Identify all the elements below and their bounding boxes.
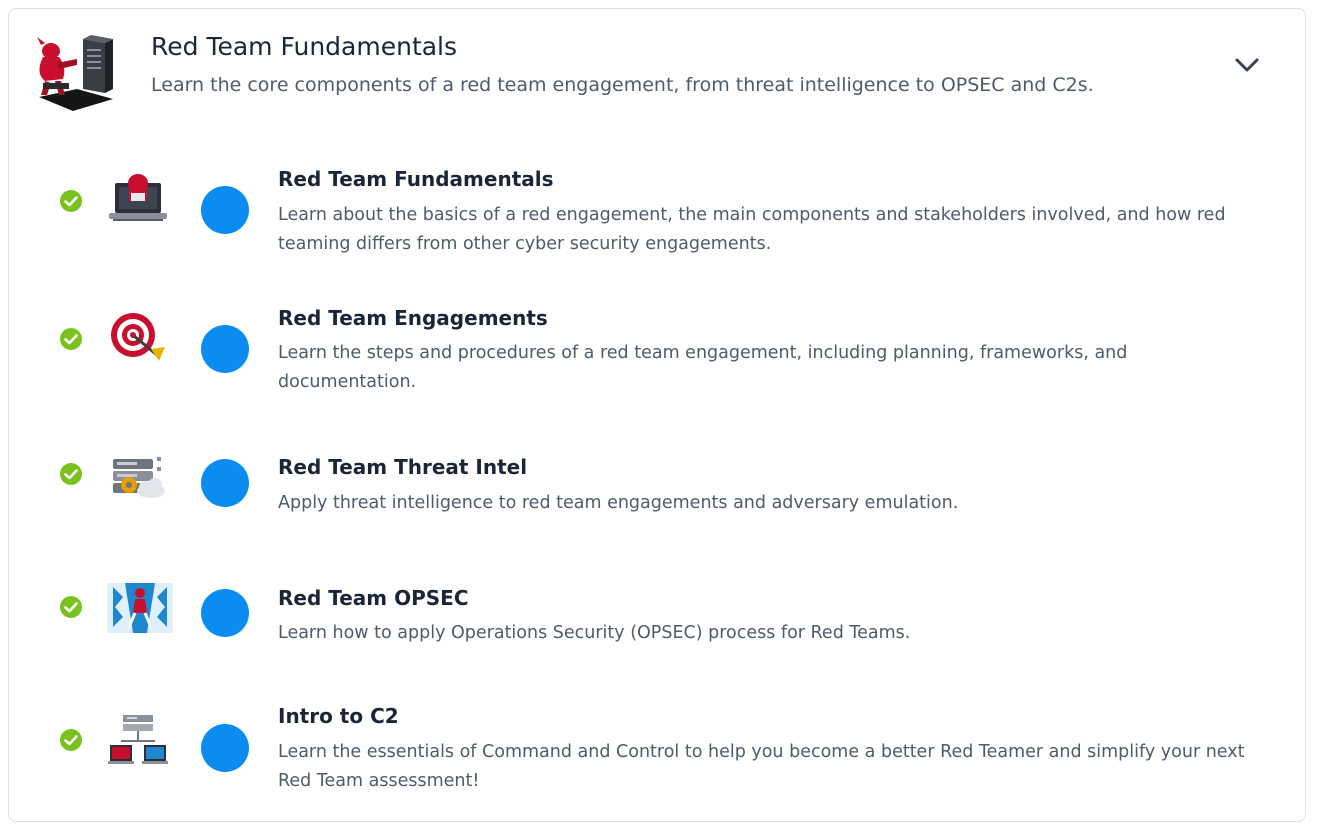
room-item[interactable]: Red Team Threat Intel Apply threat intel… xyxy=(9,439,1299,529)
room-title: Intro to C2 xyxy=(278,704,399,728)
room-title: Red Team Fundamentals xyxy=(278,167,554,191)
path-title: Red Team Fundamentals xyxy=(151,32,458,61)
room-description: Learn the steps and procedures of a red … xyxy=(278,343,1128,392)
completed-check-icon xyxy=(59,595,83,619)
room-description: Apply threat intelligence to red team en… xyxy=(278,493,959,513)
room-title: Red Team OPSEC xyxy=(278,586,469,610)
path-description: Learn the core components of a red team … xyxy=(151,74,1094,96)
chevron-down-icon[interactable] xyxy=(1231,51,1263,79)
room-title: Red Team Threat Intel xyxy=(278,455,528,479)
path-header[interactable]: Red Team Fundamentals Learn the core com… xyxy=(9,9,1305,119)
completed-check-icon xyxy=(59,462,83,486)
red-hacker-server-logo-icon xyxy=(33,33,125,113)
room-description: Learn about the basics of a red engageme… xyxy=(278,205,1226,254)
hacker-laptop-icon xyxy=(107,171,169,229)
room-progress-dot xyxy=(201,325,249,373)
room-progress-dot xyxy=(201,724,249,772)
room-progress-dot xyxy=(201,589,249,637)
room-title: Red Team Engagements xyxy=(278,306,548,330)
room-progress-dot xyxy=(201,186,249,234)
completed-check-icon xyxy=(59,728,83,752)
room-description: Learn the essentials of Command and Cont… xyxy=(278,742,1245,791)
completed-check-icon xyxy=(59,189,83,213)
room-item[interactable]: Red Team Fundamentals Learn about the ba… xyxy=(9,149,1299,259)
room-description: Learn how to apply Operations Security (… xyxy=(278,623,911,643)
room-item[interactable]: Red Team Engagements Learn the steps and… xyxy=(9,289,1299,399)
learning-path-card: Red Team Fundamentals Learn the core com… xyxy=(8,8,1306,822)
opsec-climber-icon xyxy=(107,577,173,635)
room-progress-dot xyxy=(201,459,249,507)
target-icon xyxy=(107,309,169,367)
completed-check-icon xyxy=(59,327,83,351)
c2-network-icon xyxy=(107,711,169,769)
server-gear-cloud-icon xyxy=(107,447,169,505)
room-item[interactable]: Intro to C2 Learn the essentials of Comm… xyxy=(9,689,1299,799)
room-item[interactable]: Red Team OPSEC Learn how to apply Operat… xyxy=(9,569,1299,659)
